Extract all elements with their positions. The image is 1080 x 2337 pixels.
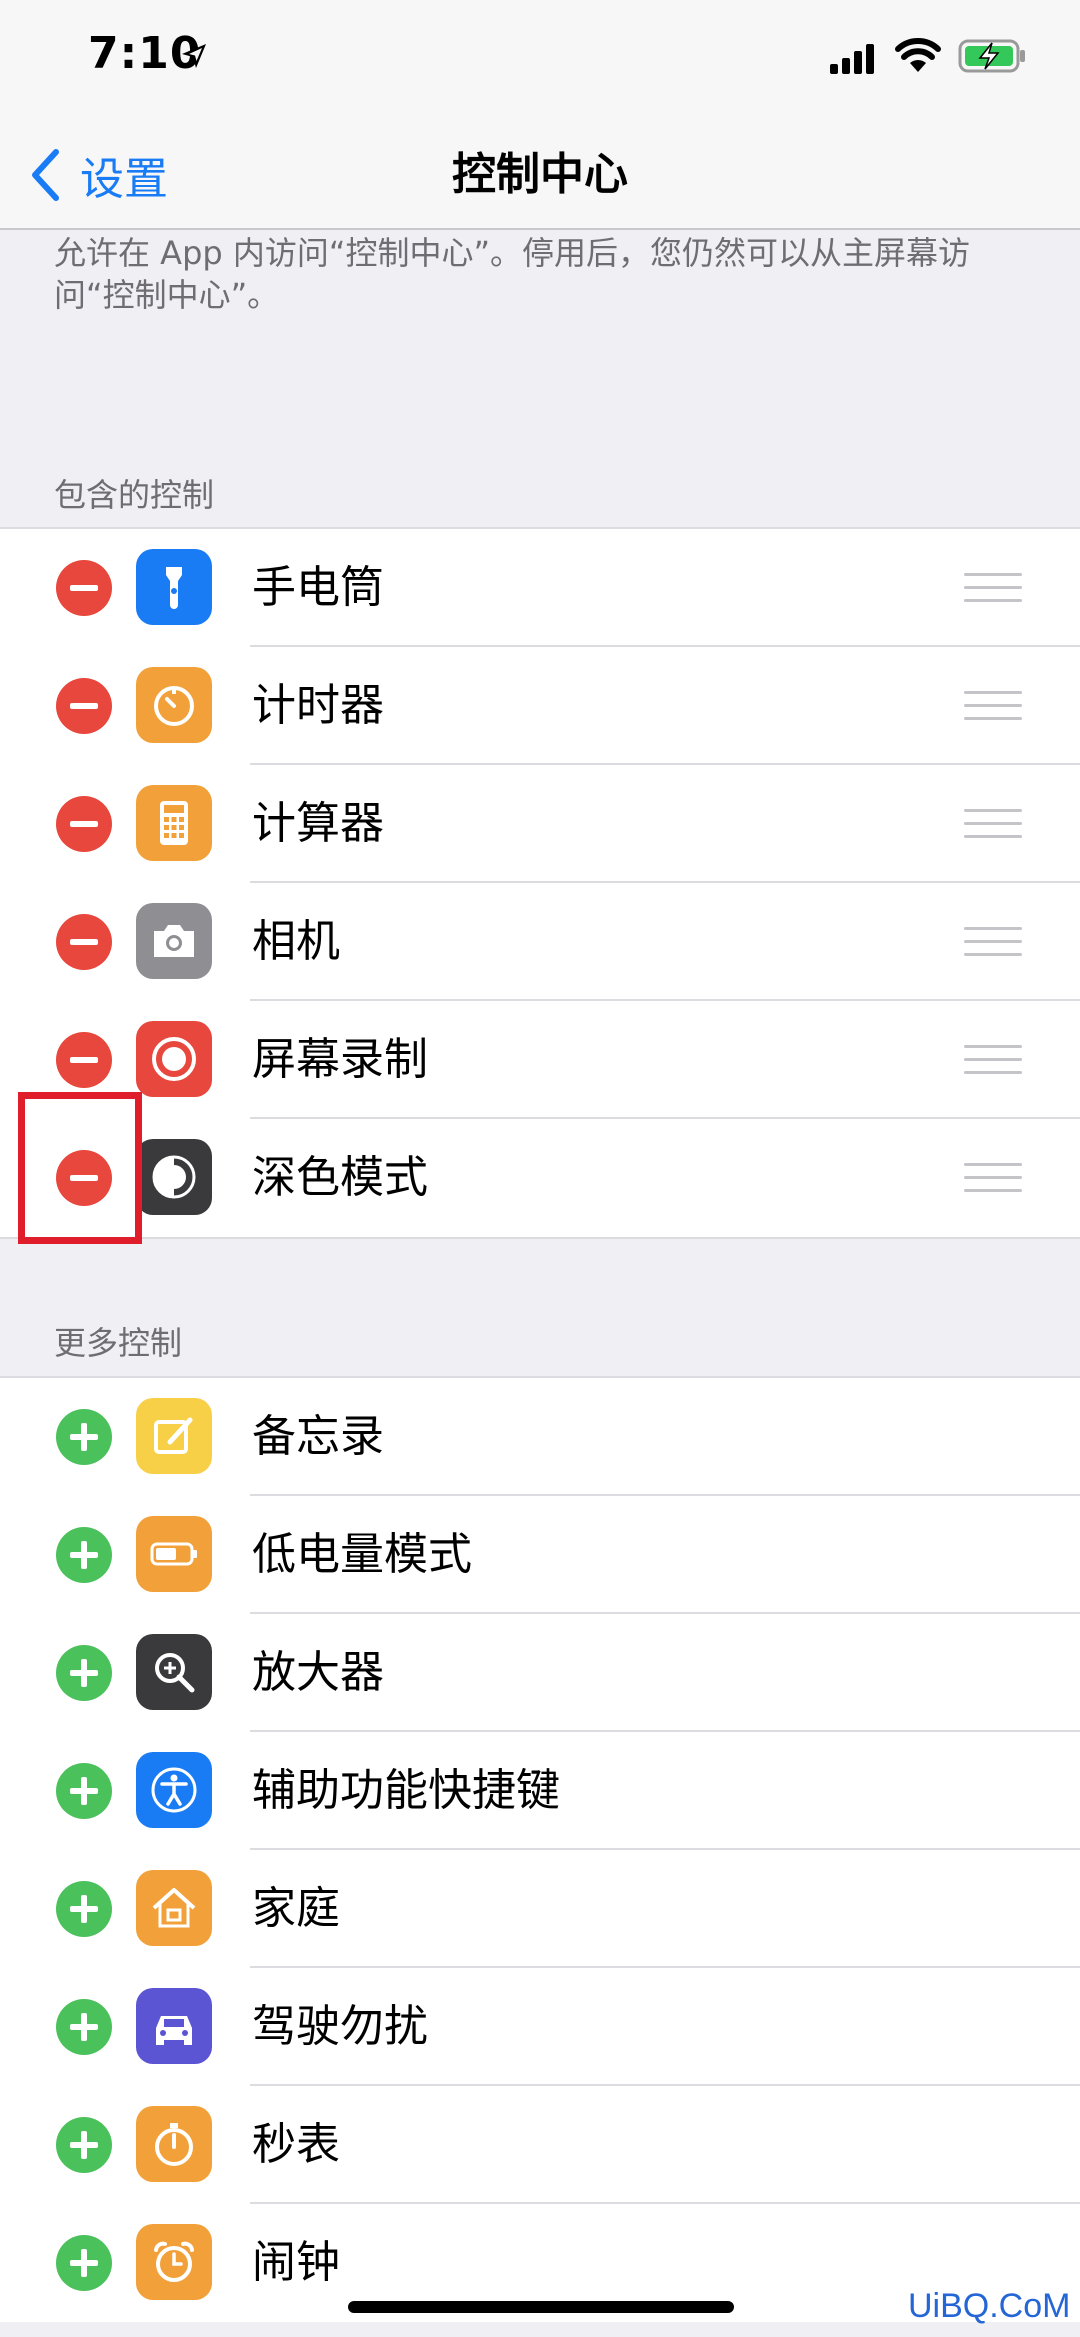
list-item: 备忘录 <box>0 1378 1080 1496</box>
add-button[interactable] <box>56 2117 112 2173</box>
control-label: 家庭 <box>252 1883 340 1934</box>
list-item: 手电筒 <box>0 529 1080 647</box>
watermark-text: UiBQ.CoM <box>908 2287 1071 2325</box>
list-item: 计时器 <box>0 647 1080 765</box>
status-bar: 7:10 <box>0 0 1080 120</box>
list-item: 相机 <box>0 883 1080 1001</box>
remove-button[interactable] <box>56 796 112 852</box>
list-item: 家庭 <box>0 1850 1080 1968</box>
control-label: 秒表 <box>252 2119 340 2170</box>
list-item: 计算器 <box>0 765 1080 883</box>
control-label: 闹钟 <box>252 2237 340 2288</box>
section-header-included: 包含的控制 <box>54 476 215 514</box>
reorder-handle-icon[interactable] <box>964 809 1022 839</box>
car-icon <box>136 1988 212 2064</box>
control-label: 低电量模式 <box>252 1529 472 1580</box>
add-button[interactable] <box>56 1999 112 2055</box>
control-label: 放大器 <box>252 1647 384 1698</box>
control-label: 屏幕录制 <box>252 1034 428 1085</box>
list-item: 辅助功能快捷键 <box>0 1732 1080 1850</box>
add-button[interactable] <box>56 1881 112 1937</box>
reorder-handle-icon[interactable] <box>964 1045 1022 1075</box>
accessibility-icon <box>136 1752 212 1828</box>
dark-mode-icon <box>136 1139 212 1215</box>
wifi-icon <box>895 38 941 72</box>
control-label: 深色模式 <box>252 1152 428 1203</box>
control-label: 备忘录 <box>252 1411 384 1462</box>
add-button[interactable] <box>56 1645 112 1701</box>
list-item: 深色模式 <box>0 1119 1080 1237</box>
control-label: 计算器 <box>252 798 384 849</box>
remove-button[interactable] <box>56 1032 112 1088</box>
stopwatch-icon <box>136 2106 212 2182</box>
home-icon <box>136 1870 212 1946</box>
alarm-icon <box>136 2224 212 2300</box>
low-power-icon <box>136 1516 212 1592</box>
included-controls-list: 手电筒 计时器 计算器 相机 屏幕录制 深色模式 <box>0 527 1080 1239</box>
remove-button[interactable] <box>56 678 112 734</box>
control-label: 手电筒 <box>252 562 384 613</box>
control-label: 相机 <box>252 916 340 967</box>
camera-icon <box>136 903 212 979</box>
list-item: 秒表 <box>0 2086 1080 2204</box>
home-indicator[interactable] <box>348 2301 734 2313</box>
highlight-annotation <box>18 1092 142 1244</box>
reorder-handle-icon[interactable] <box>964 573 1022 603</box>
control-label: 辅助功能快捷键 <box>252 1765 560 1816</box>
reorder-handle-icon[interactable] <box>964 927 1022 957</box>
list-item: 低电量模式 <box>0 1496 1080 1614</box>
add-button[interactable] <box>56 1763 112 1819</box>
timer-icon <box>136 667 212 743</box>
more-controls-list: 备忘录 低电量模式 放大器 辅助功能快捷键 家庭 驾驶勿扰 秒表 闹钟 <box>0 1376 1080 2322</box>
control-label: 驾驶勿扰 <box>252 2001 428 2052</box>
flashlight-icon <box>136 549 212 625</box>
remove-button[interactable] <box>56 560 112 616</box>
notes-icon <box>136 1398 212 1474</box>
location-arrow-icon <box>182 44 206 68</box>
battery-charging-icon <box>958 39 1025 73</box>
page-title: 控制中心 <box>452 149 628 200</box>
add-button[interactable] <box>56 1527 112 1583</box>
calculator-icon <box>136 785 212 861</box>
list-item: 屏幕录制 <box>0 1001 1080 1119</box>
reorder-handle-icon[interactable] <box>964 1163 1022 1193</box>
description-text: 允许在 App 内访问“控制中心”。停用后，您仍然可以从主屏幕访问“控制中心”。 <box>54 234 971 314</box>
nav-bar: 设置 控制中心 <box>0 120 1080 230</box>
section-header-more: 更多控制 <box>54 1324 183 1362</box>
add-button[interactable] <box>56 2235 112 2291</box>
screen-record-icon <box>136 1021 212 1097</box>
list-item: 放大器 <box>0 1614 1080 1732</box>
control-label: 计时器 <box>252 680 384 731</box>
magnifier-icon <box>136 1634 212 1710</box>
cellular-signal-icon <box>830 44 874 74</box>
remove-button[interactable] <box>56 914 112 970</box>
list-item: 驾驶勿扰 <box>0 1968 1080 2086</box>
add-button[interactable] <box>56 1409 112 1465</box>
reorder-handle-icon[interactable] <box>964 691 1022 721</box>
